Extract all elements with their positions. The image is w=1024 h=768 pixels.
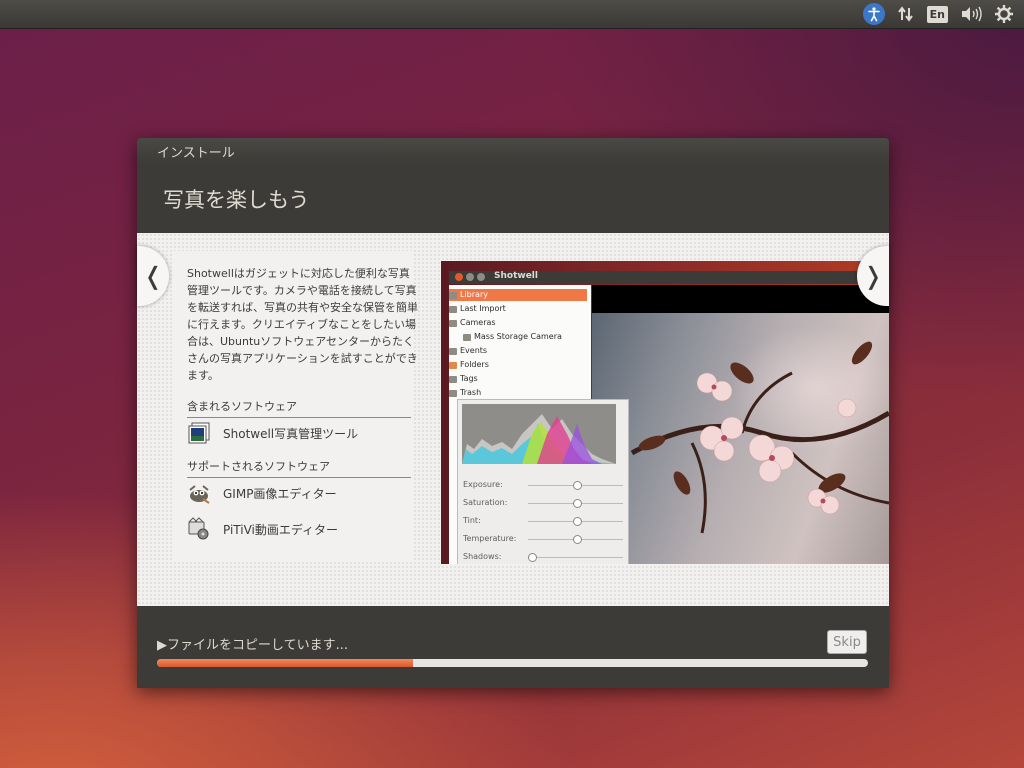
sidebar-item: Events [449,345,587,357]
included-app-shotwell: Shotwell写真管理ツール [187,421,358,445]
supported-app-gimp: GIMP画像エディター [187,481,337,505]
tag-icon [449,375,457,383]
shadows-slider [528,553,623,562]
gimp-icon [187,481,211,505]
shotwell-titlebar: Shotwell [449,271,889,284]
slider-knob [573,481,582,490]
settings-gear-icon[interactable] [994,3,1014,25]
events-icon [449,347,457,355]
app-name: GIMP画像エディター [223,486,337,501]
sidebar-item: Mass Storage Camera [463,331,601,343]
progress-fill [157,659,413,667]
slide-description: Shotwellはガジェットに対応した便利な写真管理ツールです。カメラや電話を接… [187,267,418,382]
adjustment-temperature: Temperature: [463,534,517,543]
adjustment-shadows: Shadows: [463,552,502,561]
system-tray: En [862,3,1014,25]
clock-icon [449,305,457,313]
minimize-dot-icon [466,273,474,281]
adjustment-tint: Tint: [463,516,481,525]
slide-text-panel: Shotwellはガジェットに対応した便利な写真管理ツールです。カメラや電話を接… [174,251,418,561]
blossom-photo [592,313,889,564]
chevron-left-icon: ❬ [142,262,164,290]
language-label: En [926,5,948,23]
window-title: インストール [157,146,235,161]
sidebar-item: Trash [449,387,587,399]
shotwell-title: Shotwell [494,271,538,281]
expand-triangle-icon: ▶ [157,638,167,653]
shotwell-screenshot: Shotwell Library Last Import Cameras Mas… [441,261,889,564]
install-status[interactable]: ▶ファイルをコピーしています... [157,634,348,653]
maximize-dot-icon [477,273,485,281]
included-software-heading: 含まれるソフトウェア [187,398,411,418]
chevron-right-icon: ❭ [862,262,884,290]
adjustment-exposure: Exposure: [463,480,503,489]
sidebar-item: Tags [449,373,587,385]
slider-knob [528,553,537,562]
sidebar-item: Library [449,289,587,301]
supported-software-heading: サポートされるソフトウェア [187,458,411,478]
adjustment-saturation: Saturation: [463,498,508,507]
window-titlebar[interactable]: インストール [137,138,889,164]
install-progress-bar [157,659,868,667]
shotwell-icon [187,421,211,445]
slideshow-area: Shotwellはガジェットに対応した便利な写真管理ツールです。カメラや電話を接… [137,233,889,606]
supported-app-pitivi: PiTiVi動画エディター [187,517,338,541]
slider-knob [573,517,582,526]
saturation-slider [528,499,623,508]
library-icon [449,291,457,299]
temperature-slider [528,535,623,544]
sidebar-item: Folders [449,359,587,371]
slider-knob [573,535,582,544]
trash-icon [449,389,457,397]
keyboard-language-indicator[interactable]: En [926,3,948,25]
pitivi-icon [187,517,211,541]
slide-heading: 写真を楽しもう [163,188,310,212]
close-dot-icon [455,273,463,281]
shotwell-photo-view [592,285,889,564]
app-name: PiTiVi動画エディター [223,522,339,537]
skip-button[interactable]: Skip [827,630,867,654]
app-name: Shotwell写真管理ツール [223,426,359,441]
camera-icon [449,319,457,327]
sidebar-item: Last Import [449,303,587,315]
network-icon[interactable] [897,3,915,25]
histogram [462,404,616,464]
accessibility-icon[interactable] [862,3,885,25]
top-panel: En [0,0,1024,29]
sidebar-item: Cameras [449,317,587,329]
adjustment-panel: Exposure: Saturation: Tint: Temperature:… [457,399,629,564]
status-text: ファイルをコピーしています... [167,638,349,653]
slider-knob [573,499,582,508]
exposure-slider [528,481,623,490]
tint-slider [528,517,623,526]
volume-icon[interactable] [960,3,982,25]
camera-icon [463,333,471,341]
installer-window: インストール 写真を楽しもう Shotwellはガジェットに対応した便利な写真管… [137,138,889,688]
folder-icon [449,361,457,369]
